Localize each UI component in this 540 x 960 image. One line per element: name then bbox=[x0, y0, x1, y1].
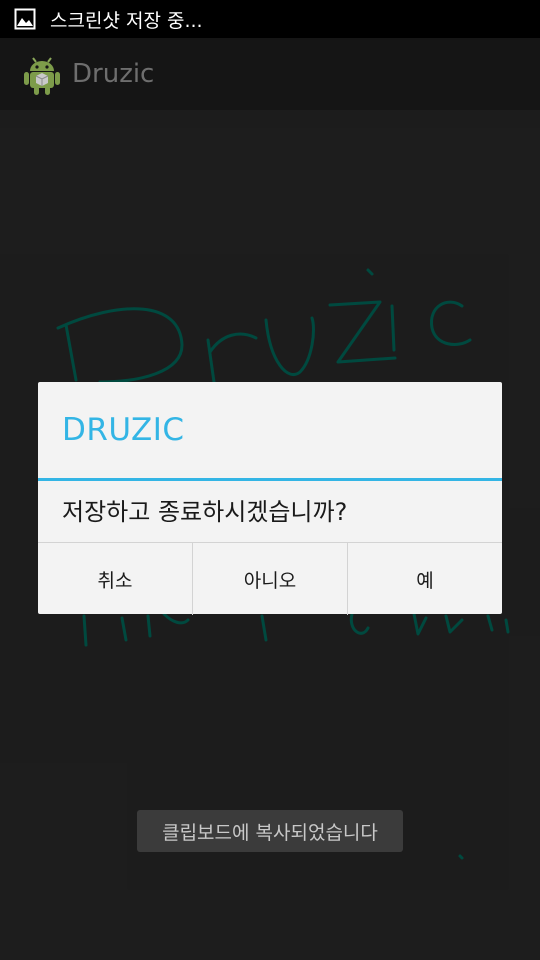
no-button[interactable]: 아니오 bbox=[192, 543, 347, 615]
dialog-message: 저장하고 종료하시겠습니까? bbox=[62, 498, 348, 526]
app-title: Druzic bbox=[72, 59, 155, 89]
toast-message: 클립보드에 복사되었습니다 bbox=[137, 810, 403, 852]
action-bar: Druzic bbox=[0, 38, 540, 110]
dialog-title: DRUZIC bbox=[62, 412, 185, 448]
confirm-dialog: DRUZIC 저장하고 종료하시겠습니까? 취소 아니오 예 bbox=[38, 382, 502, 615]
notification-text: 스크린샷 저장 중... bbox=[50, 9, 203, 32]
cancel-button[interactable]: 취소 bbox=[38, 543, 192, 615]
dialog-button-bar: 취소 아니오 예 bbox=[38, 542, 502, 615]
image-icon bbox=[14, 8, 36, 30]
android-icon[interactable] bbox=[22, 52, 62, 96]
status-bar: 스크린샷 저장 중... bbox=[0, 0, 540, 38]
yes-button[interactable]: 예 bbox=[347, 543, 502, 615]
